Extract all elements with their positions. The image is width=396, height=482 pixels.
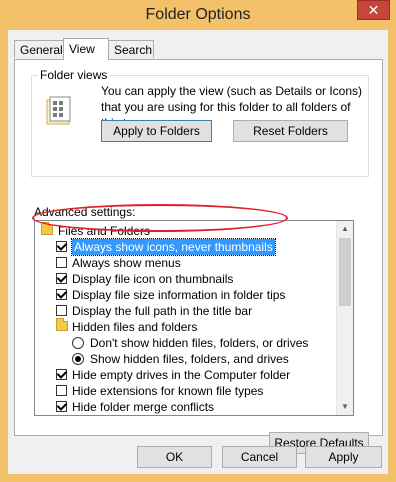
tree-item-label: Hide empty drives in the Computer folder (72, 368, 291, 382)
apply-to-folders-button[interactable]: Apply to Folders (101, 120, 212, 142)
checkmark-icon (56, 368, 68, 379)
folder-icon (56, 318, 68, 331)
folder-icon (41, 222, 53, 235)
window-title: Folder Options (145, 6, 251, 23)
checkbox[interactable] (56, 400, 68, 412)
checkmark-icon (56, 240, 68, 251)
tree-item-label: Always show menus (72, 256, 181, 270)
advanced-settings-tree[interactable]: Files and Folders Always show icons, nev… (34, 220, 354, 416)
title-bar[interactable]: Folder Options ✕ (0, 0, 396, 30)
checkbox[interactable] (56, 288, 68, 300)
tree-item-label: Don't show hidden files, folders, or dri… (90, 336, 309, 350)
radio-dot-icon (75, 356, 81, 362)
folder-views-icon (45, 95, 73, 127)
scroll-down-arrow-icon[interactable]: ▼ (337, 399, 353, 415)
apply-button[interactable]: Apply (305, 446, 382, 468)
scroll-up-arrow-icon[interactable]: ▲ (337, 221, 353, 237)
advanced-settings-label: Advanced settings: (34, 205, 136, 219)
tree-item-label: Display file icon on thumbnails (72, 272, 234, 286)
reset-folders-button[interactable]: Reset Folders (233, 120, 348, 142)
tab-general[interactable]: General (14, 40, 64, 58)
close-icon: ✕ (367, 2, 380, 18)
cancel-button[interactable]: Cancel (222, 446, 297, 468)
tree-item-label: Display file size information in folder … (72, 288, 286, 302)
scroll-thumb[interactable] (339, 238, 351, 306)
tree-item-label: Show hidden files, folders, and drives (90, 352, 289, 366)
tree-item-label: Display the full path in the title bar (72, 304, 253, 318)
checkbox[interactable] (56, 240, 68, 252)
tab-search[interactable]: Search (108, 40, 154, 58)
checkbox[interactable] (56, 272, 68, 284)
checkbox[interactable] (56, 368, 68, 380)
tree-item-label: Hide extensions for known file types (72, 384, 264, 398)
checkbox[interactable] (56, 305, 67, 316)
tree-item-label: Hide folder merge conflicts (72, 400, 215, 414)
dialog-client-area: General View Search Folder views You can… (8, 30, 388, 474)
folder-views-legend: Folder views (38, 68, 110, 82)
tree-scrollbar[interactable]: ▲ ▼ (336, 221, 353, 415)
checkbox[interactable] (56, 385, 67, 396)
tree-item-label: Files and Folders (58, 224, 151, 238)
radio-button[interactable] (72, 353, 84, 365)
checkmark-icon (56, 288, 68, 299)
tab-view[interactable]: View (63, 38, 109, 60)
view-tab-panel: Folder views You can apply the view (suc… (14, 59, 383, 454)
checkmark-icon (56, 400, 68, 411)
folder-options-window: Folder Options ✕ General View Search Fol… (0, 0, 396, 482)
close-button[interactable]: ✕ (357, 0, 390, 20)
radio-button[interactable] (72, 337, 84, 349)
tree-item-label: Always show icons, never thumbnails (71, 238, 276, 256)
checkbox[interactable] (56, 257, 67, 268)
checkmark-icon (56, 272, 68, 283)
folder-views-group: Folder views You can apply the view (suc… (31, 68, 369, 177)
tree-item-label: Hidden files and folders (72, 320, 198, 334)
ok-button[interactable]: OK (137, 446, 212, 468)
